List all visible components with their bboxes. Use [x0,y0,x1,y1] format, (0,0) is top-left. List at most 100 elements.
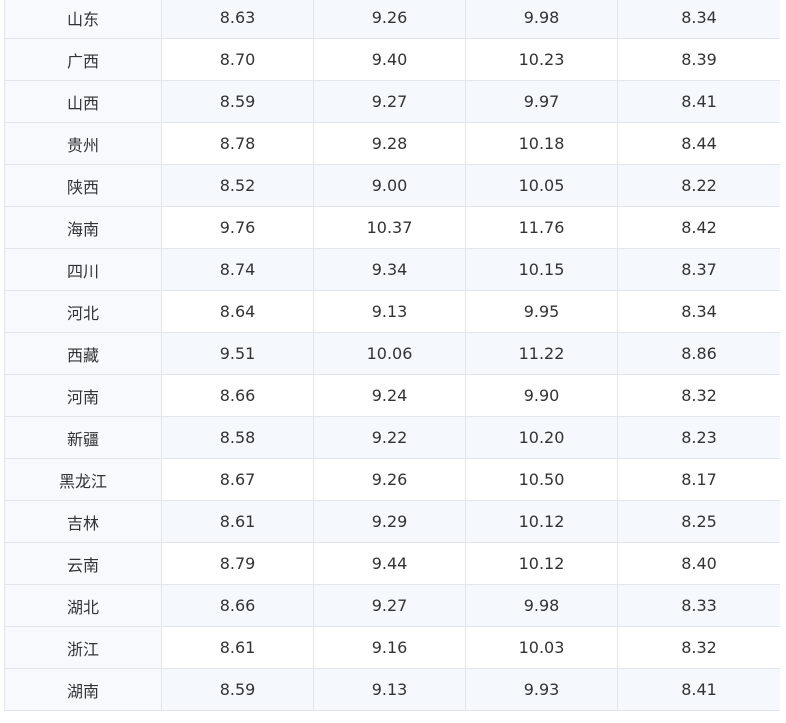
value-cell-1: 8.58 [161,416,314,459]
value-cell-3: 9.97 [465,80,618,123]
table-row: 河南 8.66 9.24 9.90 8.32 [4,374,780,417]
value-cell-2: 9.00 [313,164,466,207]
value-cell-4: 8.42 [617,206,780,249]
value-cell-3: 9.95 [465,290,618,333]
value-cell-4: 8.44 [617,122,780,165]
province-cell: 湖北 [4,584,162,627]
value-cell-3: 11.22 [465,332,618,375]
value-cell-3: 10.12 [465,500,618,543]
value-cell-1: 8.59 [161,80,314,123]
province-cell: 湖南 [4,668,162,711]
province-cell: 吉林 [4,500,162,543]
value-cell-4: 8.41 [617,668,780,711]
value-cell-2: 9.26 [313,0,466,39]
province-cell: 陕西 [4,164,162,207]
value-cell-3: 11.76 [465,206,618,249]
value-cell-4: 8.32 [617,374,780,417]
value-cell-4: 8.25 [617,500,780,543]
value-cell-4: 8.34 [617,0,780,39]
value-cell-2: 9.29 [313,500,466,543]
price-table: 山东 8.63 9.26 9.98 8.34 广西 8.70 9.40 10.23 8.39 山西 8… [4,0,780,711]
value-cell-2: 9.44 [313,542,466,585]
value-cell-4: 8.23 [617,416,780,459]
value-cell-1: 8.61 [161,626,314,669]
province-cell: 广西 [4,38,162,81]
table-row: 广西 8.70 9.40 10.23 8.39 [4,38,780,81]
value-cell-2: 10.37 [313,206,466,249]
value-cell-4: 8.34 [617,290,780,333]
value-cell-3: 10.18 [465,122,618,165]
value-cell-1: 8.66 [161,584,314,627]
value-cell-2: 9.16 [313,626,466,669]
table-row: 陕西 8.52 9.00 10.05 8.22 [4,164,780,207]
value-cell-4: 8.33 [617,584,780,627]
value-cell-4: 8.86 [617,332,780,375]
province-cell: 四川 [4,248,162,291]
value-cell-1: 8.70 [161,38,314,81]
province-cell: 海南 [4,206,162,249]
province-cell: 西藏 [4,332,162,375]
value-cell-3: 10.23 [465,38,618,81]
table-row: 山西 8.59 9.27 9.97 8.41 [4,80,780,123]
value-cell-2: 10.06 [313,332,466,375]
value-cell-4: 8.37 [617,248,780,291]
value-cell-3: 9.90 [465,374,618,417]
value-cell-1: 8.61 [161,500,314,543]
province-cell: 浙江 [4,626,162,669]
table-row: 湖北 8.66 9.27 9.98 8.33 [4,584,780,627]
table-row: 湖南 8.59 9.13 9.93 8.41 [4,668,780,711]
table-row: 四川 8.74 9.34 10.15 8.37 [4,248,780,291]
value-cell-1: 8.64 [161,290,314,333]
value-cell-2: 9.13 [313,668,466,711]
province-cell: 新疆 [4,416,162,459]
province-cell: 河北 [4,290,162,333]
value-cell-3: 9.98 [465,584,618,627]
value-cell-1: 8.78 [161,122,314,165]
value-cell-1: 9.51 [161,332,314,375]
value-cell-4: 8.39 [617,38,780,81]
table-row: 贵州 8.78 9.28 10.18 8.44 [4,122,780,165]
table-row: 西藏 9.51 10.06 11.22 8.86 [4,332,780,375]
value-cell-1: 8.67 [161,458,314,501]
value-cell-4: 8.40 [617,542,780,585]
value-cell-1: 8.52 [161,164,314,207]
table-row: 海南 9.76 10.37 11.76 8.42 [4,206,780,249]
table-row: 新疆 8.58 9.22 10.20 8.23 [4,416,780,459]
province-cell: 山西 [4,80,162,123]
province-cell: 山东 [4,0,162,39]
table-row: 云南 8.79 9.44 10.12 8.40 [4,542,780,585]
value-cell-3: 10.12 [465,542,618,585]
value-cell-2: 9.24 [313,374,466,417]
table-body: 山东 8.63 9.26 9.98 8.34 广西 8.70 9.40 10.23 8.39 山西 8… [4,0,780,711]
province-cell: 云南 [4,542,162,585]
value-cell-3: 9.93 [465,668,618,711]
table-row: 河北 8.64 9.13 9.95 8.34 [4,290,780,333]
value-cell-3: 10.03 [465,626,618,669]
table-row: 吉林 8.61 9.29 10.12 8.25 [4,500,780,543]
province-cell: 贵州 [4,122,162,165]
value-cell-1: 8.59 [161,668,314,711]
value-cell-1: 8.63 [161,0,314,39]
price-table-container: 山东 8.63 9.26 9.98 8.34 广西 8.70 9.40 10.23 8.39 山西 8… [4,0,780,720]
value-cell-1: 8.74 [161,248,314,291]
value-cell-2: 9.40 [313,38,466,81]
value-cell-4: 8.17 [617,458,780,501]
value-cell-1: 8.79 [161,542,314,585]
value-cell-2: 9.27 [313,80,466,123]
value-cell-2: 9.22 [313,416,466,459]
value-cell-3: 10.20 [465,416,618,459]
value-cell-1: 8.66 [161,374,314,417]
value-cell-2: 9.28 [313,122,466,165]
table-row: 山东 8.63 9.26 9.98 8.34 [4,0,780,39]
value-cell-2: 9.34 [313,248,466,291]
value-cell-1: 9.76 [161,206,314,249]
value-cell-3: 10.50 [465,458,618,501]
province-cell: 黑龙江 [4,458,162,501]
table-row: 黑龙江 8.67 9.26 10.50 8.17 [4,458,780,501]
value-cell-2: 9.13 [313,290,466,333]
value-cell-4: 8.41 [617,80,780,123]
value-cell-2: 9.27 [313,584,466,627]
value-cell-3: 10.05 [465,164,618,207]
value-cell-4: 8.32 [617,626,780,669]
value-cell-3: 10.15 [465,248,618,291]
